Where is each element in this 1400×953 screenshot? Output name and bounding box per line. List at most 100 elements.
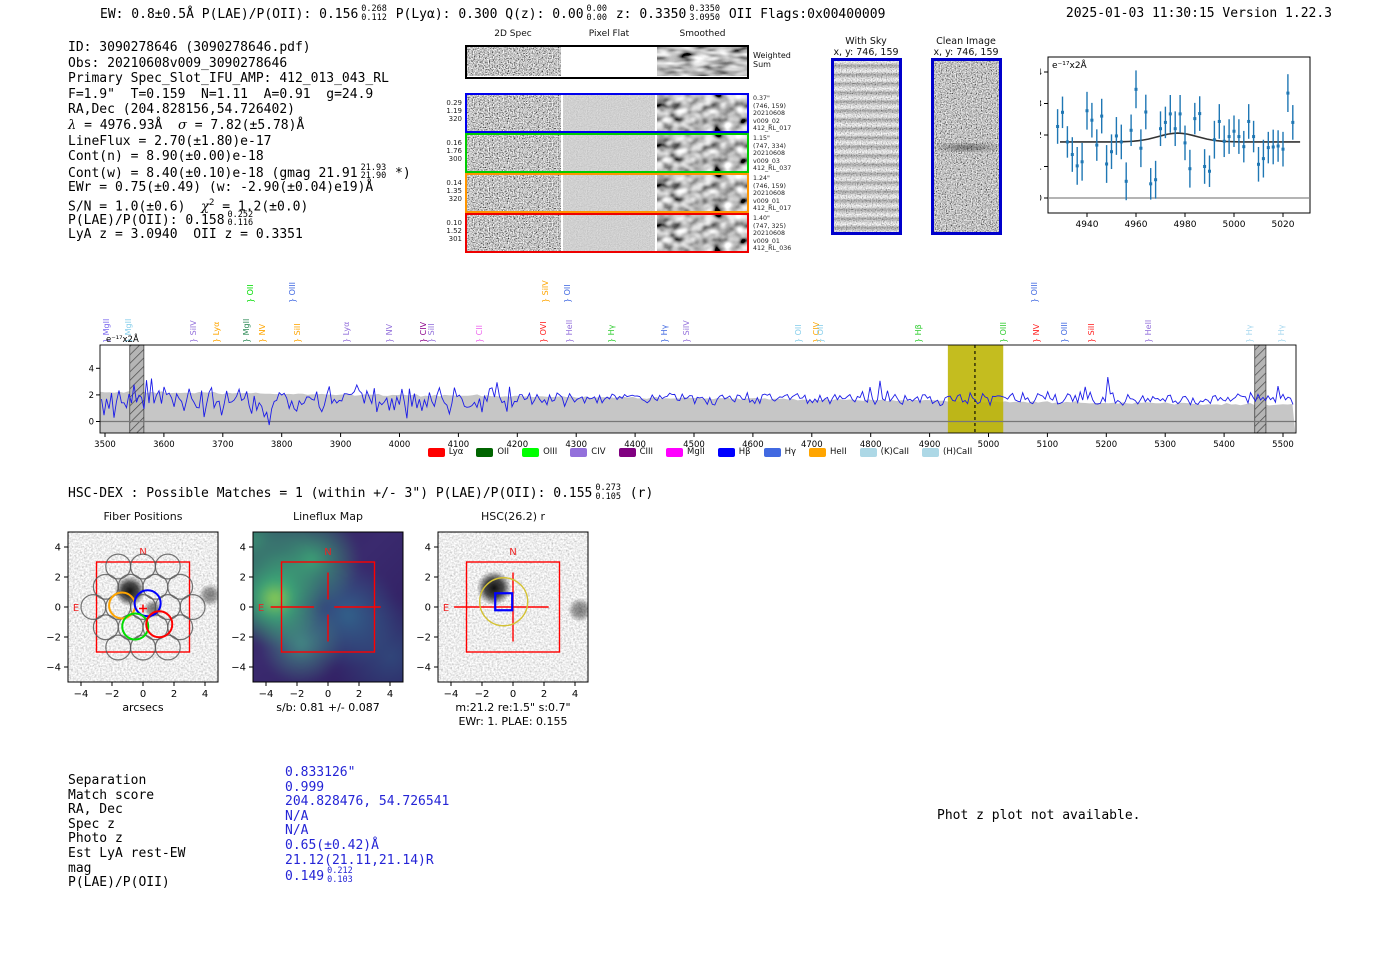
match-row-label: Match score <box>68 787 155 803</box>
legend-item-OII: OII <box>476 447 509 457</box>
svg-text:2: 2 <box>89 391 94 401</box>
spec2d-row <box>465 173 749 213</box>
svg-text:−4: −4 <box>46 663 61 674</box>
svg-text:0: 0 <box>89 418 94 428</box>
svg-text:E: E <box>443 603 449 614</box>
full-spectrum-plot: 3500 3600 3700 3800 3900 4000 4100 4200 4300 4400… <box>89 333 1297 450</box>
match-row-value: N/A <box>285 808 309 824</box>
info-line: F=1.9" T=0.159 N=1.11 A=0.91 g=24.9 <box>68 86 374 102</box>
spec2d-row <box>465 45 749 79</box>
svg-text:−4: −4 <box>259 689 274 700</box>
spec2d-row-left-label: 0.14 1.35 320 <box>446 179 462 204</box>
legend-item-HeII: HeII <box>809 447 847 457</box>
legend-swatch <box>763 447 781 457</box>
match-table-values: 0.833126" 0.999 204.828476, 54.726541 N/A N/… <box>285 765 449 885</box>
spec2d-cell <box>563 215 655 251</box>
spec2d-row-right-label: Weighted Sum <box>753 51 791 69</box>
legend-item-Hβ: Hβ <box>717 447 751 457</box>
cleanimage-title: Clean Image <box>936 36 996 47</box>
svg-text:2: 2 <box>356 689 362 700</box>
info-line: Primary Spec_Slot_IFU_AMP: 412_013_043_R… <box>68 71 389 87</box>
spec2d-row-right-label: 1.15" (747, 334) 20210608 v009_03 412_RL_037 <box>753 135 792 173</box>
svg-text:2: 2 <box>171 689 177 700</box>
info-line: Obs: 20210608v009_3090278646 <box>68 55 288 71</box>
info-line: Cont(n) = 8.90(±0.00)e-18 <box>68 149 264 165</box>
match-row-label: Separation <box>68 773 147 788</box>
photz-note: Phot z plot not available. <box>937 808 1141 823</box>
svg-text:e⁻¹⁷x2Å: e⁻¹⁷x2Å <box>1052 59 1088 71</box>
svg-text:0: 0 <box>1040 194 1042 204</box>
svg-text:−2: −2 <box>416 633 431 644</box>
svg-text:0: 0 <box>325 689 331 700</box>
spec2d-cell <box>467 47 561 76</box>
match-row-value: 0.999 <box>285 779 325 795</box>
match-row-label: RA, Dec <box>68 802 123 818</box>
svg-text:4: 4 <box>425 543 431 554</box>
info-line: RA,Dec (204.828156,54.726402) <box>68 102 295 118</box>
hsc-dex-line: HSC-DEX : Possible Matches = 1 (within +… <box>68 483 654 502</box>
svg-text:4940: 4940 <box>1076 220 1099 230</box>
legend-swatch <box>809 447 827 457</box>
legend-swatch <box>570 447 588 457</box>
legend-swatch <box>476 447 494 457</box>
spec2d-col-title: 2D Spec <box>494 29 532 39</box>
svg-text:−4: −4 <box>74 689 89 700</box>
svg-text:4: 4 <box>55 543 61 554</box>
svg-text:E: E <box>258 603 264 614</box>
legend-item-(H)CaII: (H)CaII <box>922 447 972 457</box>
svg-text:5000: 5000 <box>1223 220 1246 230</box>
svg-text:4: 4 <box>89 364 94 374</box>
match-row-label: Photo z <box>68 831 123 847</box>
spec2d-row-right-label: 1.24" (746, 159) 20210608 v009_01 412_RL_017 <box>753 175 792 213</box>
spec2d-row-right-label: 1.40" (747, 325) 20210608 v009_01 412_RL_036 <box>753 215 792 253</box>
info-line: Cont(w) = 8.40(±0.10)e-18 (gmag 21.91 21.… <box>68 162 411 182</box>
spec2d-cell <box>657 175 747 211</box>
legend-item-MgII: MgII <box>666 447 705 457</box>
legend-swatch <box>522 447 540 457</box>
svg-text:arcsecs: arcsecs <box>122 701 164 714</box>
spec2d-cell <box>467 215 561 251</box>
legend-item-Lyα: Lyα <box>427 447 463 457</box>
spectrum-legend: Lyα OII OIII CIV CIII MgII Hβ Hγ HeII (K)CaII (H)C… <box>180 447 1220 457</box>
svg-text:4: 4 <box>202 689 208 700</box>
spec2d-row-left-label: 0.29 1.19 320 <box>446 99 462 124</box>
spec2d-cell <box>563 95 655 131</box>
legend-item-CIV: CIV <box>570 447 606 457</box>
legend-item-Hγ: Hγ <box>763 447 796 457</box>
svg-text:−4: −4 <box>444 689 459 700</box>
svg-text:−2: −2 <box>46 633 61 644</box>
svg-text:2: 2 <box>55 573 61 584</box>
svg-text:N: N <box>509 547 516 558</box>
svg-text:−4: −4 <box>231 663 246 674</box>
spec2d-cell <box>563 175 655 211</box>
svg-text:m:21.2 re:1.5" s:0.7": m:21.2 re:1.5" s:0.7" <box>455 701 570 714</box>
legend-swatch <box>618 447 636 457</box>
svg-text:4: 4 <box>572 689 578 700</box>
svg-text:5020: 5020 <box>1272 220 1295 230</box>
spec2d-cell <box>657 135 747 171</box>
match-row-value: N/A <box>285 823 309 839</box>
svg-text:3600: 3600 <box>153 440 175 450</box>
svg-text:0: 0 <box>55 603 61 614</box>
svg-text:EWr: 1. PLAE: 0.155: EWr: 1. PLAE: 0.155 <box>458 715 567 728</box>
spec2d-cell <box>467 135 561 171</box>
svg-text:−2: −2 <box>105 689 120 700</box>
withsky-noise <box>834 61 899 232</box>
svg-text:0: 0 <box>140 689 146 700</box>
svg-text:−2: −2 <box>475 689 490 700</box>
elixer-detection-report: EW: 0.8±0.5Å P(LAE)/P(OII): 0.156 0.268 0.… <box>0 0 1400 953</box>
legend-item-(K)CaII: (K)CaII <box>859 447 909 457</box>
spec2d-row-right-label: 0.37" (746, 159) 20210608 v009_02 412_RL_017 <box>753 95 792 133</box>
info-line: EWr = 0.75(±0.49) (w: -2.90(±0.04)e19)Å <box>68 180 374 196</box>
svg-text:−2: −2 <box>231 633 246 644</box>
cutout-overlay-fiber: −4 −2 0 2 4 4 2 0 −2 −4 arcsecs N E <box>46 531 219 714</box>
info-line: LyA z = 3.0940 OII z = 0.3351 <box>68 227 303 243</box>
cutout-title: HSC(26.2) r <box>480 510 546 523</box>
withsky-title: With Sky <box>845 36 887 47</box>
cleanimage-coords: x, y: 746, 159 <box>933 47 999 58</box>
match-row-value: 21.12(21.11,21.14)R <box>285 852 434 868</box>
svg-text:2: 2 <box>240 573 246 584</box>
match-row-label: mag <box>68 860 92 876</box>
cutout-title: Lineflux Map <box>292 510 364 523</box>
header-stats: EW: 0.8±0.5Å P(LAE)/P(OII): 0.156 0.268 0.… <box>100 4 886 23</box>
